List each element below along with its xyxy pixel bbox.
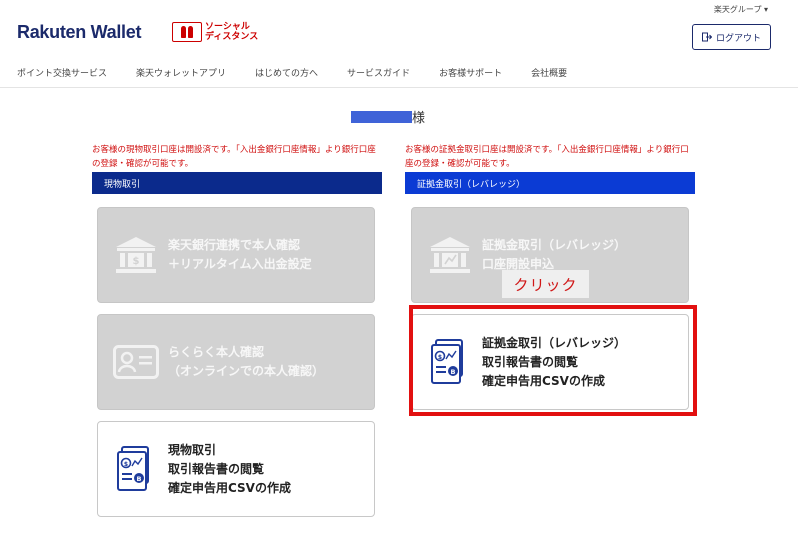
margin-trading-column: お客様の証拠金取引口座は開設済です。「入出金銀行口座情報」より銀行口座の登録・確…: [405, 143, 695, 194]
redacted-username: [351, 110, 412, 123]
nav-item-point-exchange[interactable]: ポイント交換サービス: [17, 66, 107, 79]
nav-item-support[interactable]: お客様サポート: [439, 66, 502, 79]
social-distance-badge: ソーシャル ディスタンス: [172, 22, 258, 42]
spot-section-header: 現物取引: [92, 172, 382, 194]
card-line-3: 確定申告用CSVの作成: [168, 480, 291, 495]
nav-item-beginners[interactable]: はじめての方へ: [255, 66, 318, 79]
user-suffix: 様: [412, 111, 426, 126]
card-line-2: ＋リアルタイム入出金設定: [168, 257, 312, 271]
svg-text:$: $: [124, 461, 128, 468]
badge-text-2: ディスタンス: [205, 32, 259, 42]
spot-report-csv-card[interactable]: $ B 現物取引 取引報告書の閲覧 確定申告用CSVの作成: [97, 421, 375, 517]
logout-button[interactable]: ログアウト: [692, 24, 771, 50]
click-highlight-box: [409, 305, 697, 416]
easy-id-verification-card: らくらく本人確認 （オンラインでの本人確認）: [97, 314, 375, 410]
bank-link-verification-card: $ 楽天銀行連携で本人確認 ＋リアルタイム入出金設定: [97, 207, 375, 303]
bank-icon: $: [112, 231, 160, 279]
card-line-2: 取引報告書の閲覧: [168, 461, 265, 476]
nav-item-wallet-app[interactable]: 楽天ウォレットアプリ: [136, 66, 226, 79]
bank-icon: [426, 231, 474, 279]
svg-text:B: B: [137, 475, 142, 483]
margin-section-header: 証拠金取引（レバレッジ）: [405, 172, 695, 194]
badge-text-1: ソーシャル: [205, 22, 250, 32]
card-line-1: 証拠金取引（レバレッジ）: [482, 238, 627, 252]
card-line-1: らくらく本人確認: [168, 345, 265, 359]
id-card-icon: [112, 338, 160, 386]
report-documents-icon: $ B: [112, 445, 160, 493]
spot-account-notice: お客様の現物取引口座は開設済です。「入出金銀行口座情報」より銀行口座の登録・確認…: [92, 145, 376, 169]
click-annotation-label: クリック: [502, 270, 589, 298]
margin-account-notice: お客様の証拠金取引口座は開設済です。「入出金銀行口座情報」より銀行口座の登録・確…: [405, 145, 689, 169]
social-distance-icon: [172, 22, 202, 42]
card-line-2: （オンラインでの本人確認）: [168, 364, 325, 378]
nav-divider: [0, 87, 798, 88]
card-line-1: 現物取引: [168, 442, 217, 457]
nav-item-company[interactable]: 会社概要: [531, 66, 567, 79]
logout-label: ログアウト: [715, 33, 761, 44]
logout-icon: [701, 32, 712, 42]
rakuten-group-link[interactable]: 楽天グループ ▾: [714, 4, 768, 15]
card-line-1: 楽天銀行連携で本人確認: [168, 238, 301, 252]
user-greeting: 様: [351, 107, 425, 126]
spot-trading-column: お客様の現物取引口座は開設済です。「入出金銀行口座情報」より銀行口座の登録・確認…: [92, 143, 382, 194]
svg-text:$: $: [133, 256, 140, 267]
rakuten-wallet-logo[interactable]: Rakuten Wallet: [17, 22, 141, 43]
nav-item-service-guide[interactable]: サービスガイド: [347, 66, 410, 79]
main-nav: ポイント交換サービス 楽天ウォレットアプリ はじめての方へ サービスガイド お客…: [17, 66, 596, 79]
